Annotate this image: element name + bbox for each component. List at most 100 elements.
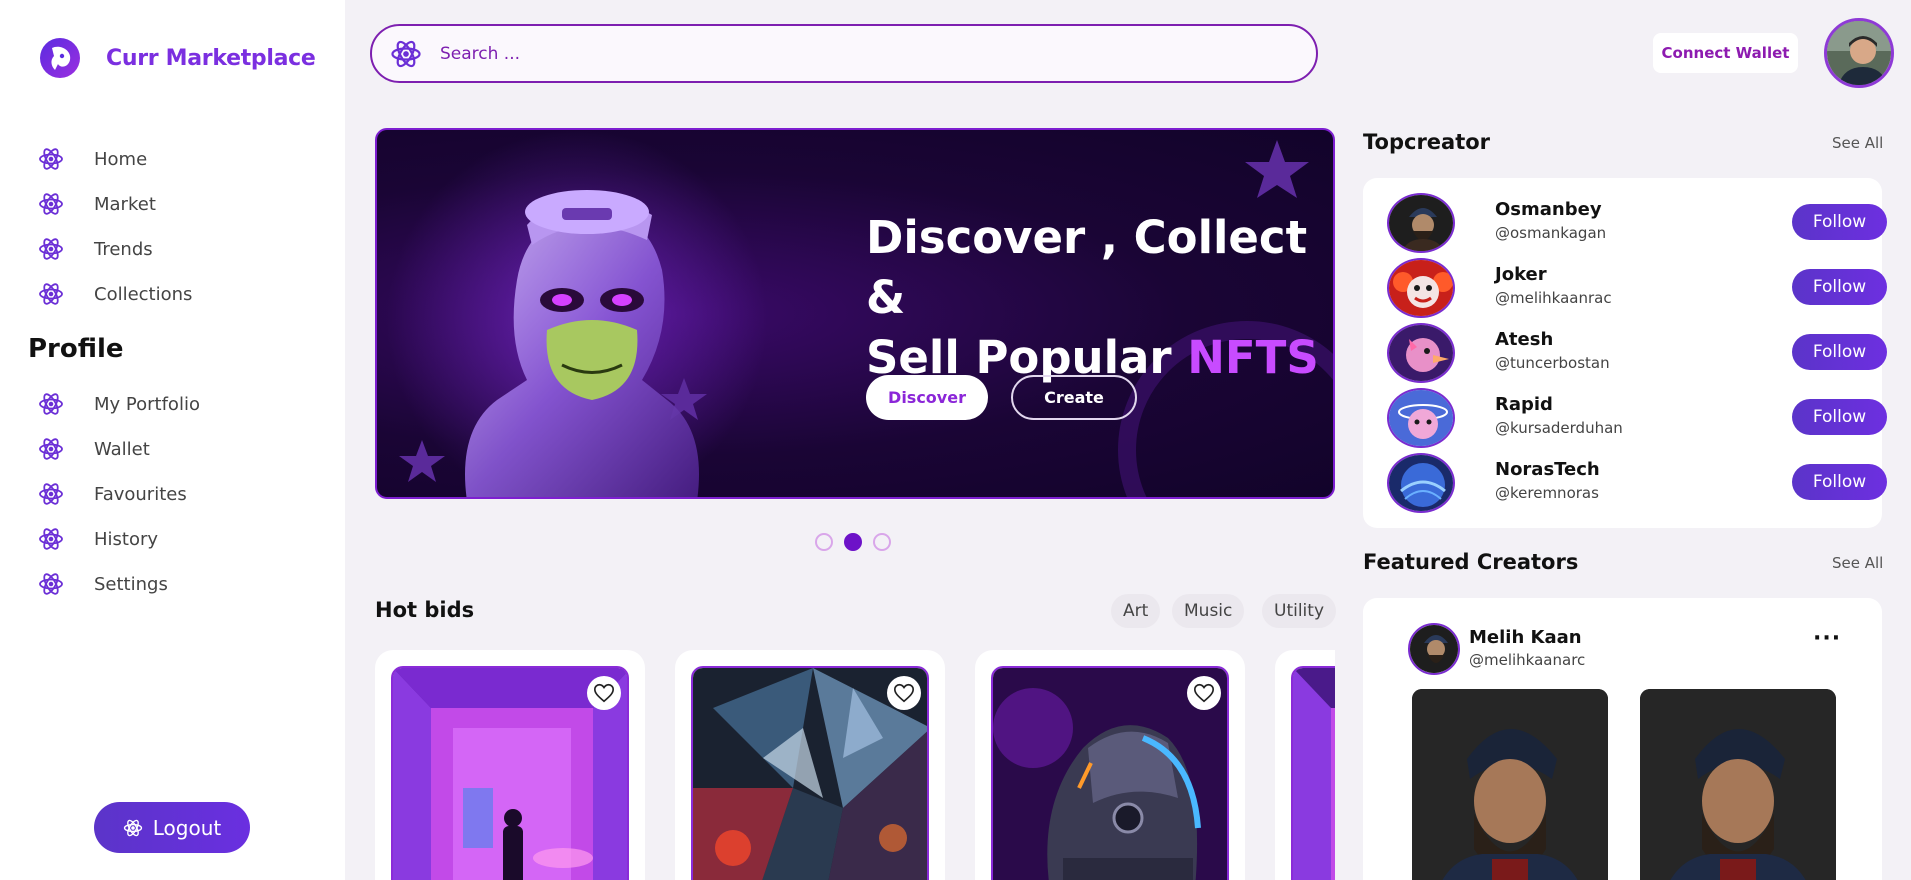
follow-button[interactable]: Follow [1792,204,1887,240]
creator-avatar[interactable] [1387,453,1455,513]
creator-handle: @tuncerbostan [1495,354,1610,372]
atom-icon [123,819,142,836]
featured-creators-see-all-link[interactable]: See All [1832,554,1883,572]
filter-art[interactable]: Art [1111,594,1161,628]
carousel-dot-1[interactable] [815,533,833,551]
atom-icon [39,483,63,505]
favorite-button[interactable] [587,676,621,710]
favorite-button[interactable] [887,676,921,710]
carousel-dots [815,533,902,551]
featured-artwork[interactable] [1412,689,1608,880]
atom-icon [39,573,63,595]
sidebar-item-label: Favourites [94,483,187,505]
nft-corridor-image [1293,668,1335,880]
featured-artwork[interactable] [1640,689,1836,880]
more-options-button[interactable]: ··· [1813,626,1841,651]
creator-avatar[interactable] [1387,193,1455,253]
nft-card[interactable] [675,650,945,880]
carousel-dot-2[interactable] [844,533,862,551]
sidebar-item-favourites[interactable]: Favourites [38,481,187,507]
sidebar-item-wallet[interactable]: Wallet [38,436,150,462]
follow-button[interactable]: Follow [1792,399,1887,435]
heart-icon [594,683,614,703]
creator-avatar[interactable] [1387,388,1455,448]
creator-handle: @osmankagan [1495,224,1607,242]
logout-label: Logout [152,815,222,840]
sidebar-item-label: History [94,528,159,550]
sidebar-item-market[interactable]: Market [38,191,156,217]
sidebar-item-collections[interactable]: Collections [38,281,192,307]
creator-portrait-icon [1410,625,1458,673]
atom-icon [39,193,63,215]
atom-icon [39,393,63,415]
create-button[interactable]: Create [1011,375,1137,420]
creator-avatar[interactable] [1387,323,1455,383]
featured-creator-name: Melih Kaan [1469,627,1582,648]
filter-music[interactable]: Music [1172,594,1245,628]
creator-planet-icon [1389,390,1453,446]
connect-wallet-button[interactable]: Connect Wallet [1653,33,1798,73]
nft-card[interactable] [375,650,645,880]
logout-button[interactable]: Logout [94,802,250,853]
portrait-artwork-image [1640,689,1836,880]
profile-section-title: Profile [28,334,124,364]
featured-creators-panel: Melih Kaan @melihkaanarc ··· [1363,598,1882,880]
creator-handle: @keremnoras [1495,484,1599,502]
user-photo-icon [1827,21,1891,85]
nft-artwork [1291,666,1335,880]
creator-abstract-icon [1389,455,1453,511]
featured-creator-avatar[interactable] [1408,623,1460,675]
atom-icon [39,238,63,260]
discover-button[interactable]: Discover [866,375,988,420]
creator-name: Rapid [1495,394,1553,415]
sidebar-item-history[interactable]: History [38,526,158,552]
filter-utility[interactable]: Utility [1262,594,1337,628]
sidebar-item-label: Trends [94,238,153,260]
avatar[interactable] [1824,18,1894,88]
creator-row: Atesh @tuncerbostan Follow [1387,323,1887,388]
sidebar-item-label: My Portfolio [94,393,200,415]
brand-name: Curr Marketplace [106,45,316,71]
carousel-dot-3[interactable] [873,533,891,551]
atom-icon [39,528,63,550]
featured-creators-title: Featured Creators [1363,550,1579,574]
brand[interactable]: Curr Marketplace [38,36,316,80]
creator-row: Rapid @kursaderduhan Follow [1387,388,1887,453]
featured-creator-handle: @melihkaanarc [1469,651,1586,669]
brand-logo-icon [40,38,80,78]
search-input[interactable] [440,43,1240,64]
sidebar-item-label: Home [94,148,148,170]
atom-icon [39,283,63,305]
creator-handle: @melihkaanrac [1495,289,1612,307]
hot-bids-list [375,650,1335,880]
heart-icon [1194,683,1214,703]
top-creators-see-all-link[interactable]: See All [1832,134,1883,152]
follow-button[interactable]: Follow [1792,464,1887,500]
sidebar-item-trends[interactable]: Trends [38,236,153,262]
favorite-button[interactable] [1187,676,1221,710]
atom-icon [391,40,421,67]
sidebar-item-label: Collections [94,283,193,305]
follow-button[interactable]: Follow [1792,334,1887,370]
sidebar-item-settings[interactable]: Settings [38,571,168,597]
sidebar-item-label: Market [94,193,156,215]
hero-title-accent: NFTS [1187,331,1319,384]
hero-title-line1: Discover , Collect & [866,211,1308,324]
sidebar-item-home[interactable]: Home [38,146,147,172]
creator-row: NorasTech @keremnoras Follow [1387,453,1887,518]
sidebar: Curr Marketplace Home Market Trends Coll… [0,0,345,880]
hero-title: Discover , Collect & Sell Popular NFTS [866,208,1333,388]
nft-card[interactable] [1275,650,1335,880]
creator-name: Joker [1495,264,1547,285]
sidebar-item-my-portfolio[interactable]: My Portfolio [38,391,200,417]
hot-bids-title: Hot bids [375,598,475,622]
creator-row: Joker @melihkaanrac Follow [1387,258,1887,323]
creator-joker-icon [1389,260,1453,316]
nft-card[interactable] [975,650,1245,880]
portrait-artwork-image [1412,689,1608,880]
top-creators-title: Topcreator [1363,130,1491,154]
search-bar [370,24,1318,83]
atom-icon [39,148,63,170]
follow-button[interactable]: Follow [1792,269,1887,305]
creator-avatar[interactable] [1387,258,1455,318]
